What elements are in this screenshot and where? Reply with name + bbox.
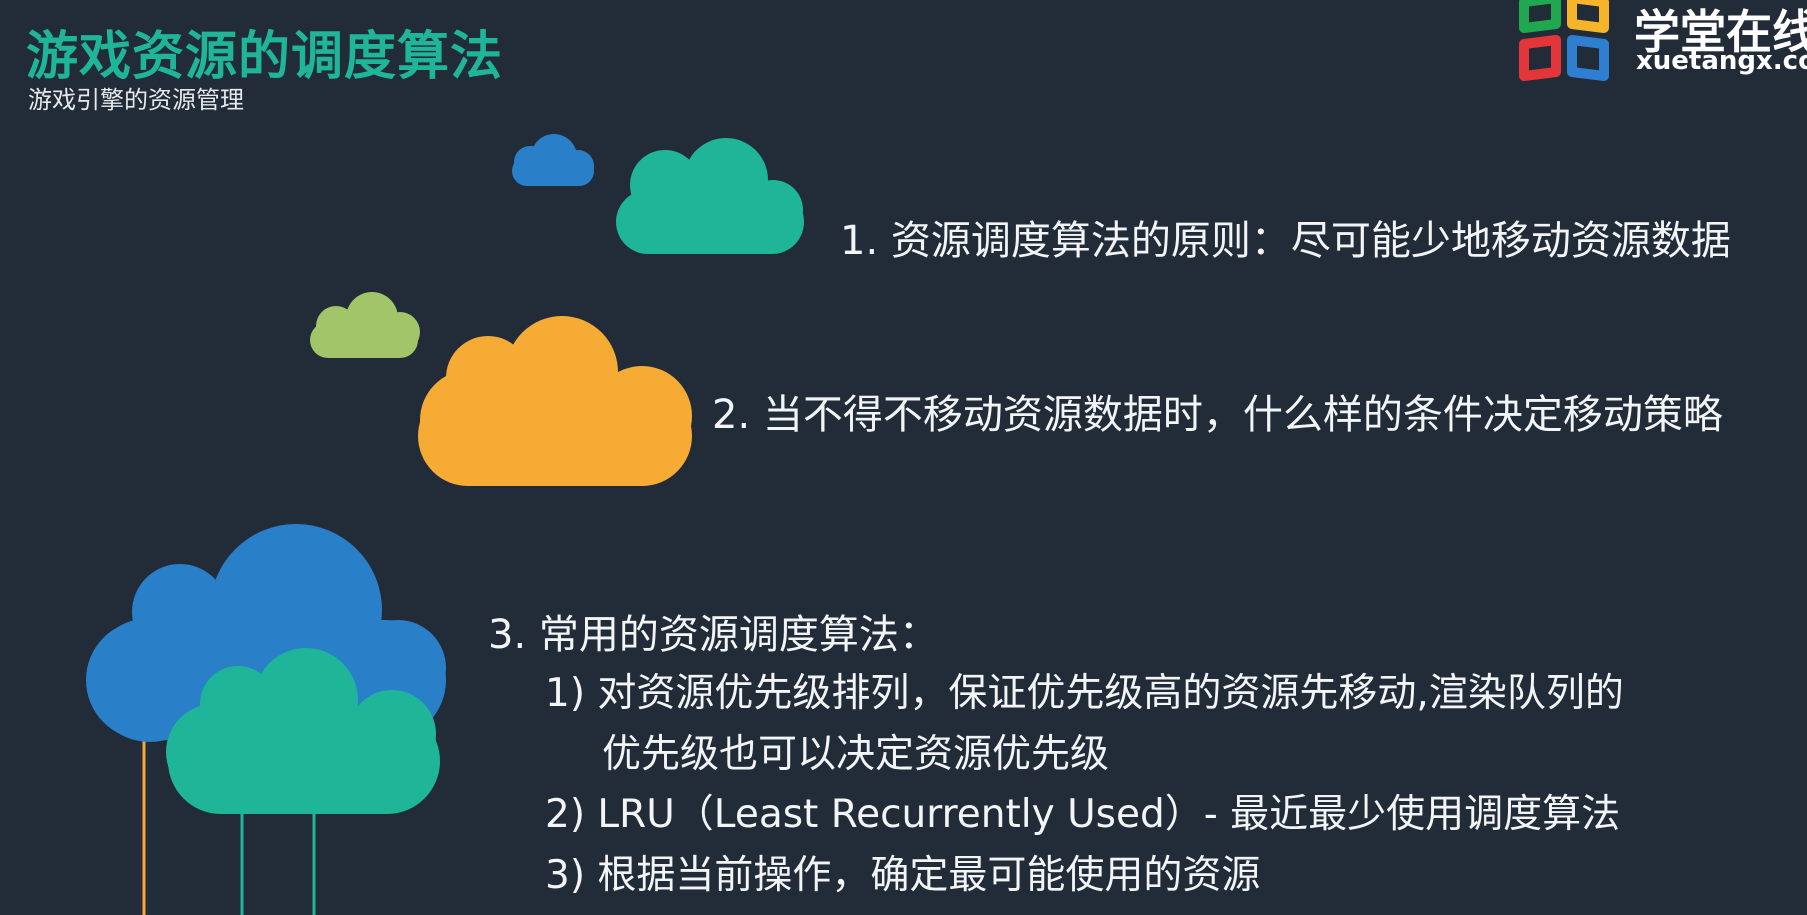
small-blue-cloud-icon: [512, 134, 594, 186]
orange-cloud-icon: [418, 316, 692, 486]
point-1: 1. 资源调度算法的原则：尽可能少地移动资源数据: [840, 218, 1731, 264]
subpoint-1-line-1: 1) 对资源优先级排列，保证优先级高的资源先移动,渲染队列的: [545, 671, 1624, 716]
subpoint-3: 3) 根据当前操作，确定最可能使用的资源: [545, 853, 1261, 898]
small-green-cloud-icon: [310, 292, 420, 358]
point-3: 3. 常用的资源调度算法：: [488, 612, 939, 658]
slide: 游戏资源的调度算法 游戏引擎的资源管理 学堂在线 xuetangx.com: [0, 0, 1807, 915]
teal-cloud-icon: [616, 138, 804, 254]
point-2: 2. 当不得不移动资源数据时，什么样的条件决定移动策略: [712, 392, 1723, 438]
subpoint-2: 2) LRU（Least Recurrently Used）- 最近最少使用调度…: [545, 792, 1621, 837]
subpoint-1-line-2: 优先级也可以决定资源优先级: [602, 732, 1110, 777]
